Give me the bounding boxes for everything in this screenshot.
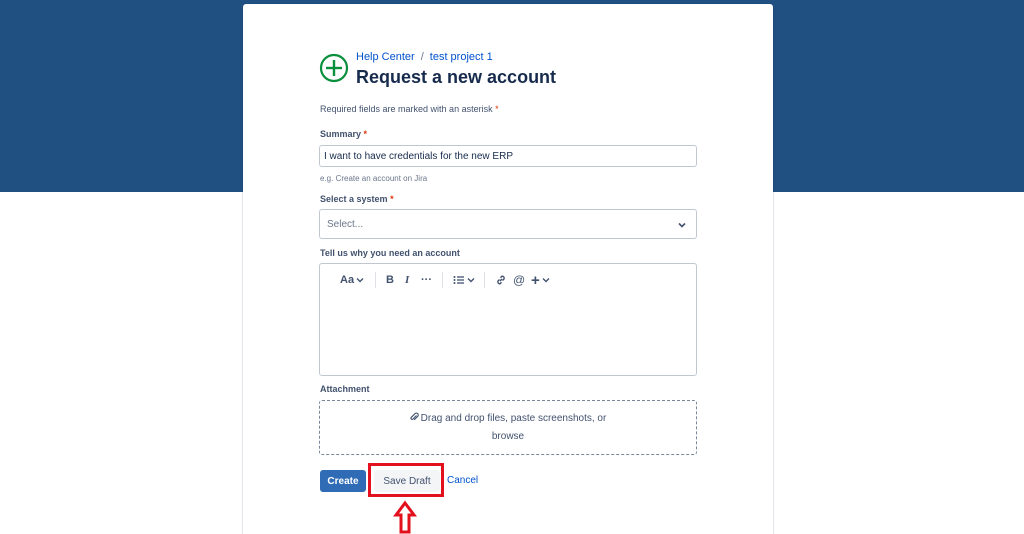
highlight-box <box>368 463 444 497</box>
plus-icon: + <box>531 271 540 289</box>
attachment-dropzone[interactable]: Drag and drop files, paste screenshots, … <box>319 400 697 455</box>
toolbar-divider <box>375 272 376 288</box>
breadcrumb-help-center[interactable]: Help Center <box>356 51 415 63</box>
bullet-list-icon <box>453 276 464 284</box>
text-style-button[interactable]: Aa <box>340 273 364 287</box>
link-icon <box>497 275 505 285</box>
chevron-down-icon <box>542 278 550 283</box>
summary-asterisk: * <box>363 129 368 139</box>
chevron-down-icon <box>356 278 364 283</box>
system-asterisk: * <box>390 194 394 204</box>
chevron-down-icon <box>467 278 475 283</box>
required-asterisk: * <box>495 104 499 114</box>
system-label: Select a system * <box>320 194 394 204</box>
italic-button[interactable]: I <box>405 273 409 287</box>
dropzone-text-line: Drag and drop files, paste screenshots, … <box>420 413 607 424</box>
breadcrumb: Help Center / test project 1 <box>356 51 493 63</box>
reason-label: Tell us why you need an account <box>320 248 460 258</box>
dropzone-text: Drag and drop files, paste screenshots, … <box>320 412 696 424</box>
cancel-link[interactable]: Cancel <box>447 475 478 486</box>
toolbar-divider <box>442 272 443 288</box>
paperclip-icon <box>410 412 419 421</box>
browse-link[interactable]: browse <box>320 431 696 442</box>
arrow-up-annotation-icon <box>393 500 417 534</box>
required-note: Required fields are marked with an aster… <box>320 104 499 114</box>
system-select[interactable]: Select... <box>319 209 697 239</box>
system-select-placeholder: Select... <box>327 219 364 230</box>
chevron-down-icon <box>678 222 686 228</box>
create-button[interactable]: Create <box>320 470 366 492</box>
text-style-label: Aa <box>340 274 355 286</box>
insert-button[interactable]: + <box>531 271 550 289</box>
summary-label-text: Summary <box>320 129 362 139</box>
more-formatting-button[interactable]: ··· <box>421 273 432 287</box>
breadcrumb-separator: / <box>420 51 424 63</box>
bold-button[interactable]: B <box>386 273 394 287</box>
toolbar-divider <box>484 272 485 288</box>
required-note-text: Required fields are marked with an aster… <box>320 104 493 114</box>
breadcrumb-project[interactable]: test project 1 <box>430 51 493 63</box>
summary-input[interactable] <box>319 145 697 167</box>
system-label-text: Select a system <box>320 194 388 204</box>
summary-hint: e.g. Create an account on Jira <box>320 174 428 183</box>
plus-circle-icon <box>319 53 349 83</box>
mention-button[interactable]: @ <box>513 273 525 287</box>
reason-editor[interactable]: Aa B I ··· @ + <box>319 263 697 376</box>
link-button[interactable] <box>495 273 507 287</box>
summary-label: Summary * <box>320 129 367 139</box>
page-title: Request a new account <box>356 67 557 87</box>
attachment-label: Attachment <box>320 384 370 394</box>
bullet-list-button[interactable] <box>453 273 475 287</box>
